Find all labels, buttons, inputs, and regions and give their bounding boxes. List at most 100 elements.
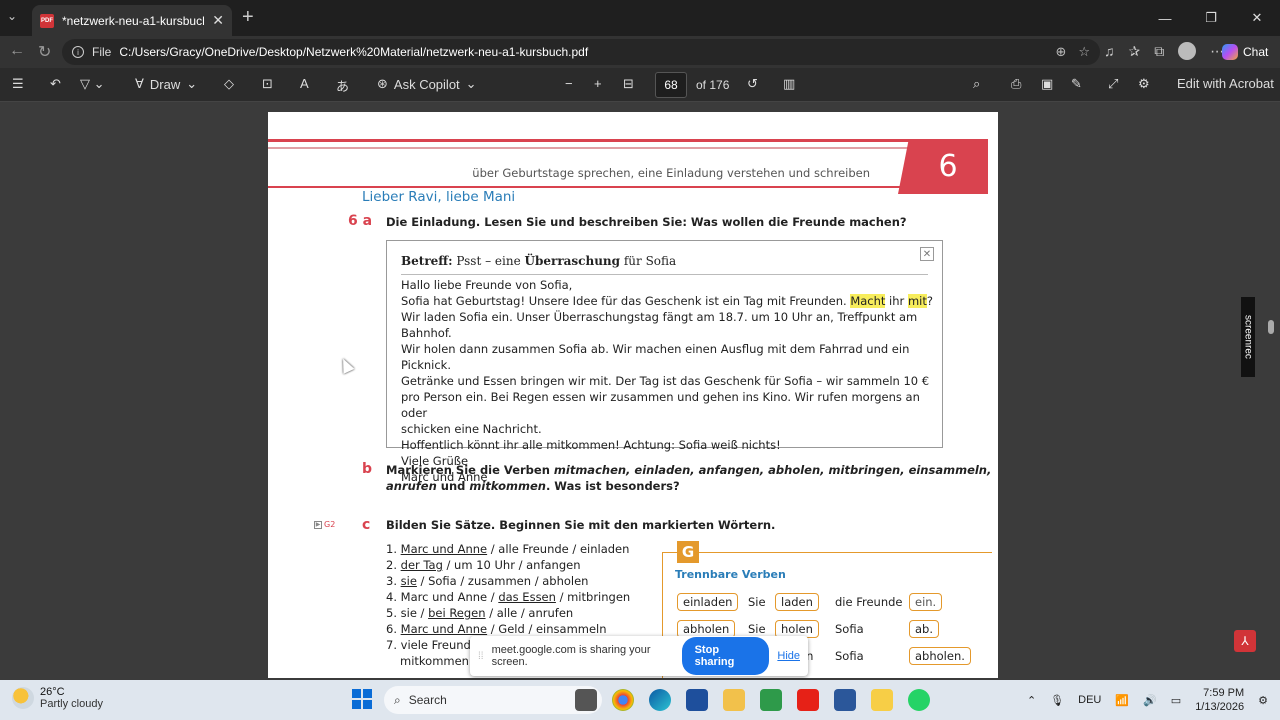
tab-actions-menu-icon[interactable]: ⌄: [7, 9, 17, 23]
tray-expand-icon[interactable]: ⌃: [1027, 694, 1036, 707]
refresh-icon[interactable]: ↻: [38, 42, 51, 62]
stop-sharing-button[interactable]: Stop sharing: [681, 637, 770, 675]
store-icon[interactable]: [686, 689, 708, 711]
scrollbar-thumb[interactable]: [1268, 320, 1274, 334]
save-icon[interactable]: ▣: [1041, 76, 1053, 92]
hide-link[interactable]: Hide: [777, 650, 800, 662]
email-subject: Betreff: Psst – eine Überraschung für So…: [401, 254, 677, 268]
chrome-icon[interactable]: [612, 689, 634, 711]
info-icon[interactable]: i: [72, 46, 84, 58]
ask-copilot-button[interactable]: ⊛ Ask Copilot ⌄: [377, 76, 477, 92]
language-indicator[interactable]: DEU: [1078, 694, 1101, 706]
play-icon: ▶: [314, 520, 322, 529]
page-scrollbar[interactable]: [1267, 102, 1275, 680]
erase-icon[interactable]: ◇: [224, 76, 234, 92]
url-field[interactable]: i File C:/Users/Gracy/OneDrive/Desktop/N…: [62, 39, 1100, 65]
pdf-viewer[interactable]: über Geburtstage sprechen, eine Einladun…: [0, 102, 1280, 680]
rotate-icon[interactable]: ↺: [747, 76, 758, 92]
favorite-star-icon[interactable]: ☆: [1078, 44, 1090, 60]
exercise-6a-label: 6 a: [348, 213, 373, 229]
page-number-input[interactable]: 68: [655, 72, 687, 98]
grammar-cell: Sofia: [835, 622, 864, 636]
system-tray: ⌃ 🎙 DEU 📶 🔊 ▭ 7:59 PM 1/13/2026 ⚙: [1027, 680, 1268, 720]
undo-icon[interactable]: ↶: [50, 76, 61, 92]
print-icon[interactable]: ⎙: [1011, 76, 1021, 92]
chapter-banner: über Geburtstage sprechen, eine Einladun…: [268, 139, 988, 194]
weather-temp: 26°C: [40, 686, 65, 698]
back-icon[interactable]: ←: [9, 42, 25, 60]
page-view-icon[interactable]: ▥: [783, 76, 795, 92]
word-icon[interactable]: [834, 689, 856, 711]
sticky-notes-icon[interactable]: [871, 689, 893, 711]
pdf-toolbar: ☰ ↶ ▽ ⌄ ∀ Draw ⌄ ◇ ⊡ A あ ⊛ Ask Copilot ⌄ −…: [0, 68, 1280, 102]
weather-widget[interactable]: 26°C Partly cloudy: [12, 686, 103, 710]
exercise-b-text: Markieren Sie die Verben mitmachen, einl…: [386, 463, 992, 493]
edit-with-acrobat-button[interactable]: Edit with Acrobat: [1177, 76, 1274, 91]
window-controls: — ❐ ✕: [1142, 0, 1280, 36]
save-as-icon[interactable]: ✎: [1071, 76, 1082, 92]
screenrec-widget[interactable]: screenrec: [1241, 297, 1255, 377]
exercise-c-text: Bilden Sie Sätze. Beginnen Sie mit den m…: [386, 518, 776, 532]
whatsapp-icon[interactable]: [908, 689, 930, 711]
email-box: Betreff: Psst – eine Überraschung für So…: [386, 240, 943, 484]
new-tab-icon[interactable]: +: [242, 6, 254, 29]
text-box-icon[interactable]: ⊡: [262, 76, 273, 92]
mic-icon[interactable]: 🎙: [1050, 694, 1064, 707]
fullscreen-icon[interactable]: ⤢: [1108, 76, 1118, 92]
meet-icon[interactable]: [760, 689, 782, 711]
contents-icon[interactable]: ☰: [12, 76, 24, 92]
address-bar-row: ← ↻ i File C:/Users/Gracy/OneDrive/Deskt…: [0, 36, 1280, 68]
copilot-chat-button[interactable]: Chat: [1218, 40, 1276, 64]
read-aloud-pdf-icon[interactable]: A: [300, 76, 309, 91]
grammar-cell: abholen.: [909, 647, 971, 665]
notifications-icon[interactable]: ⚙: [1258, 694, 1268, 707]
volume-icon[interactable]: 🔊: [1143, 694, 1157, 707]
file-explorer-icon[interactable]: [723, 689, 745, 711]
translate-icon[interactable]: あ: [336, 76, 349, 95]
read-aloud-icon[interactable]: ♫: [1104, 43, 1115, 59]
exercise-c-label: c: [362, 517, 371, 533]
email-body: Hallo liebe Freunde von Sofia, Sofia hat…: [401, 278, 933, 484]
minimize-icon[interactable]: —: [1142, 0, 1188, 36]
list-item: 6. Marc und Anne / Geld / einsammeln: [386, 622, 607, 636]
draw-button[interactable]: ∀ Draw ⌄: [135, 76, 197, 92]
favorites-icon[interactable]: ✰: [1129, 43, 1141, 60]
start-button[interactable]: [352, 689, 372, 709]
url-text[interactable]: C:/Users/Gracy/OneDrive/Desktop/Netzwerk…: [119, 45, 1047, 59]
settings-gear-icon[interactable]: ⚙: [1138, 76, 1150, 92]
weather-icon: [12, 687, 34, 709]
fit-page-icon[interactable]: ⊟: [623, 76, 634, 92]
profile-avatar[interactable]: [1178, 42, 1197, 60]
zoom-in-icon[interactable]: +: [594, 76, 602, 91]
exercise-b-label: b: [362, 461, 373, 477]
tab-close-icon[interactable]: ✕: [212, 12, 224, 29]
sharing-text: meet.google.com is sharing your screen.: [491, 644, 651, 668]
search-icon: ⌕: [394, 692, 401, 707]
collections-icon[interactable]: ⧉: [1154, 43, 1164, 60]
wifi-icon[interactable]: 📶: [1115, 694, 1129, 707]
zoom-icon[interactable]: ⊕: [1055, 44, 1066, 60]
list-item: 4. Marc und Anne / das Essen / mitbringe…: [386, 590, 631, 604]
zoom-out-icon[interactable]: −: [565, 76, 573, 91]
exercise-6a-text: Die Einladung. Lesen Sie und beschreiben…: [386, 215, 907, 229]
acrobat-icon[interactable]: ⅄: [1234, 630, 1256, 652]
edge-icon[interactable]: [649, 689, 671, 711]
youtube-icon[interactable]: [797, 689, 819, 711]
list-item: 1. Marc und Anne / alle Freunde / einlad…: [386, 542, 630, 556]
clock[interactable]: 7:59 PM 1/13/2026: [1195, 686, 1244, 714]
list-item: 2. der Tag / um 10 Uhr / anfangen: [386, 558, 581, 572]
ask-copilot-label: Ask Copilot: [393, 76, 460, 92]
file-scheme-label: File: [92, 45, 112, 59]
tab-pdf[interactable]: PDF *netzwerk-neu-a1-kursbuch.pdf ✕: [32, 5, 232, 36]
restore-icon[interactable]: ❐: [1188, 0, 1234, 36]
close-window-icon[interactable]: ✕: [1234, 0, 1280, 36]
browser-tab-bar: ⌄ PDF *netzwerk-neu-a1-kursbuch.pdf ✕ + …: [0, 0, 1280, 36]
drag-handle-icon[interactable]: ⁞⁞: [478, 651, 484, 662]
task-view-icon[interactable]: [575, 689, 597, 711]
search-pdf-icon[interactable]: ⌕: [973, 76, 980, 92]
chapter-number: 6: [898, 139, 988, 194]
taskbar-search[interactable]: ⌕ Search: [384, 686, 602, 714]
copilot-icon: [1222, 44, 1238, 60]
highlight-icon[interactable]: ▽ ⌄: [80, 76, 105, 92]
battery-icon[interactable]: ▭: [1171, 694, 1181, 707]
